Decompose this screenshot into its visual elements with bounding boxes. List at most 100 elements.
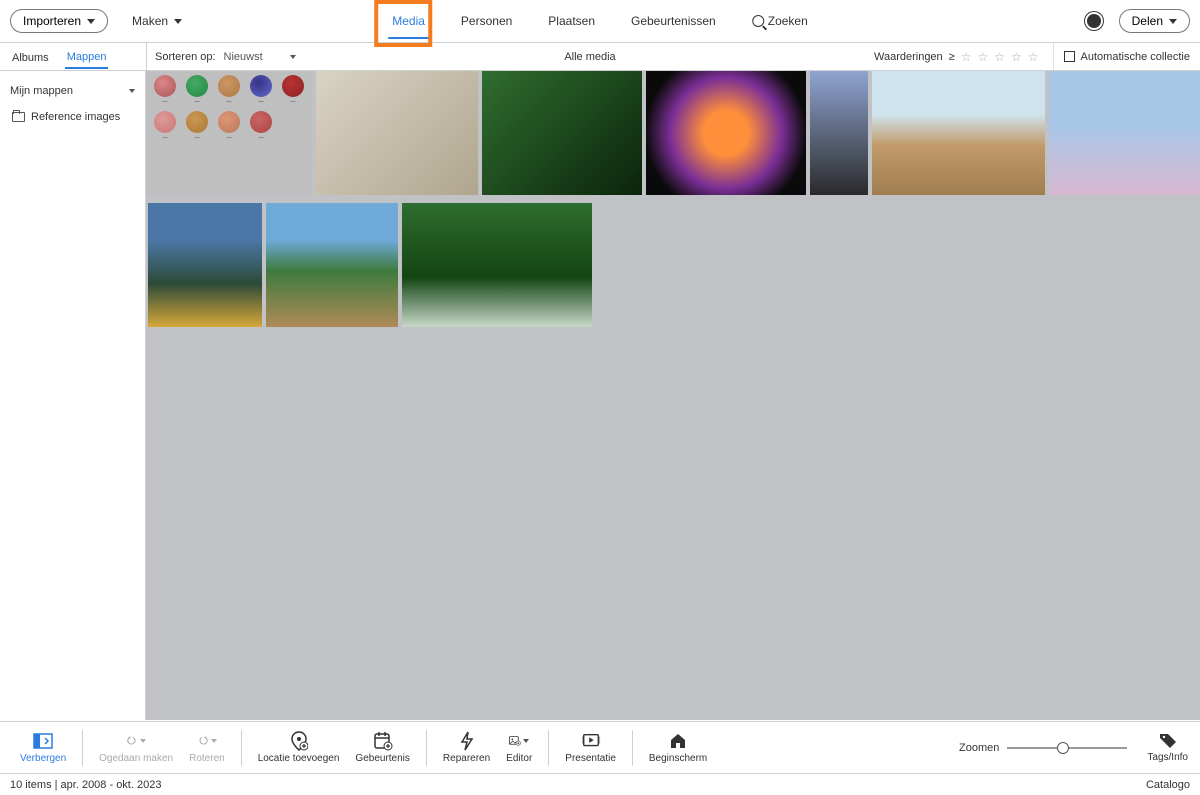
tool-undo[interactable]: Ogedaan maken bbox=[91, 731, 181, 764]
thumbnail[interactable] bbox=[810, 71, 868, 195]
sidebar-my-folders[interactable]: Mijn mappen bbox=[8, 77, 137, 105]
subtab-albums[interactable]: Albums bbox=[10, 46, 51, 68]
tool-label: Repareren bbox=[443, 753, 490, 764]
chevron-down-icon bbox=[87, 19, 95, 24]
tool-editor[interactable]: Editor bbox=[498, 731, 540, 764]
star-icon: ☆ bbox=[994, 50, 1005, 64]
avatar[interactable]: — bbox=[282, 75, 304, 105]
divider bbox=[82, 730, 83, 766]
grid-title: Alle media bbox=[564, 51, 615, 63]
share-button[interactable]: Delen bbox=[1119, 9, 1190, 33]
thumbnail-people-stack[interactable]: — — — — — — — — — bbox=[148, 71, 312, 195]
avatar-icon bbox=[154, 111, 176, 133]
square-icon bbox=[1064, 51, 1075, 62]
tool-add-location[interactable]: Locatie toevoegen bbox=[250, 731, 348, 764]
chevron-down-icon bbox=[290, 55, 296, 59]
divider bbox=[632, 730, 633, 766]
search-label: Zoeken bbox=[768, 14, 808, 28]
zoom-label: Zoomen bbox=[959, 742, 999, 754]
search-icon bbox=[752, 15, 764, 27]
avatar[interactable]: — bbox=[154, 75, 176, 105]
tool-label: Editor bbox=[506, 753, 532, 764]
tool-label: Ogedaan maken bbox=[99, 753, 173, 764]
slideshow-icon bbox=[581, 731, 601, 751]
tab-people[interactable]: Personen bbox=[457, 2, 516, 40]
star-icon: ☆ bbox=[961, 50, 972, 64]
tool-presentation[interactable]: Presentatie bbox=[557, 731, 624, 764]
avatar-icon bbox=[218, 111, 240, 133]
status-right: Catalogo bbox=[1146, 779, 1190, 791]
tool-event[interactable]: Gebeurtenis bbox=[347, 731, 417, 764]
thumbnail[interactable] bbox=[316, 71, 478, 195]
tag-icon bbox=[1158, 732, 1178, 750]
thumbnail[interactable] bbox=[482, 71, 642, 195]
chevron-down-icon bbox=[1169, 19, 1177, 24]
avatar[interactable]: — bbox=[154, 111, 176, 141]
tab-media[interactable]: Media bbox=[388, 2, 429, 40]
tool-tags-info[interactable]: Tags/Info bbox=[1147, 732, 1188, 763]
auto-collection-label: Automatische collectie bbox=[1081, 51, 1190, 63]
folder-icon bbox=[12, 112, 25, 122]
tags-label: Tags/Info bbox=[1147, 752, 1188, 763]
slider-knob[interactable] bbox=[1057, 742, 1069, 754]
sort-dropdown[interactable]: Sorteren op: Nieuwst bbox=[146, 43, 306, 70]
zoom-control[interactable]: Zoomen bbox=[959, 742, 1127, 754]
ratings-filter[interactable]: Waarderingen ≥ ☆ ☆ ☆ ☆ ☆ bbox=[874, 43, 1053, 70]
thumbnail[interactable] bbox=[266, 203, 398, 327]
image-plus-icon bbox=[509, 731, 529, 751]
share-label: Delen bbox=[1132, 14, 1163, 28]
avatar-icon bbox=[250, 75, 272, 97]
avatar-icon bbox=[250, 111, 272, 133]
chevron-down-icon bbox=[174, 19, 182, 24]
avatar[interactable]: — bbox=[218, 111, 240, 141]
statusbar: 10 items | apr. 2008 - okt. 2023 Catalog… bbox=[0, 773, 1200, 795]
tab-events[interactable]: Gebeurtenissen bbox=[627, 2, 720, 40]
tool-label: Verbergen bbox=[20, 753, 66, 764]
avatar[interactable]: — bbox=[186, 111, 208, 141]
thumbnail[interactable] bbox=[1049, 71, 1200, 195]
tab-places[interactable]: Plaatsen bbox=[544, 2, 599, 40]
avatar[interactable]: — bbox=[250, 75, 272, 105]
calendar-plus-icon bbox=[373, 731, 393, 751]
create-button[interactable]: Maken bbox=[132, 14, 182, 28]
brightness-icon[interactable] bbox=[1087, 14, 1101, 28]
thumbnail[interactable] bbox=[402, 203, 592, 327]
topbar: Importeren Maken Media Personen Plaatsen… bbox=[0, 0, 1200, 43]
avatar-icon bbox=[154, 75, 176, 97]
avatar[interactable]: — bbox=[218, 75, 240, 105]
thumbnail[interactable] bbox=[872, 71, 1045, 195]
divider bbox=[548, 730, 549, 766]
folder-label: Reference images bbox=[31, 111, 120, 123]
tool-label: Beginscherm bbox=[649, 753, 707, 764]
tool-home[interactable]: Beginscherm bbox=[641, 731, 715, 764]
zoom-slider[interactable] bbox=[1007, 747, 1127, 749]
tool-label: Gebeurtenis bbox=[355, 753, 409, 764]
avatar-icon bbox=[218, 75, 240, 97]
tool-hide[interactable]: Verbergen bbox=[12, 731, 74, 764]
thumbnail[interactable] bbox=[148, 203, 262, 327]
tool-label: Presentatie bbox=[565, 753, 616, 764]
rotate-icon bbox=[197, 731, 217, 751]
sort-value: Nieuwst bbox=[224, 51, 263, 63]
subbar: Albums Mappen Sorteren op: Nieuwst Alle … bbox=[0, 43, 1200, 71]
tool-rotate[interactable]: Roteren bbox=[181, 731, 233, 764]
avatar[interactable]: — bbox=[250, 111, 272, 141]
ratings-label: Waarderingen bbox=[874, 51, 943, 63]
panel-icon bbox=[33, 731, 53, 751]
sidebar-folder-item[interactable]: Reference images bbox=[8, 105, 137, 129]
avatar-label: — bbox=[227, 135, 232, 141]
avatar-label: — bbox=[227, 99, 232, 105]
tab-search[interactable]: Zoeken bbox=[748, 2, 812, 40]
status-left: 10 items | apr. 2008 - okt. 2023 bbox=[10, 779, 161, 791]
import-button[interactable]: Importeren bbox=[10, 9, 108, 33]
media-grid[interactable]: — — — — — — — — — bbox=[146, 71, 1200, 720]
avatar[interactable]: — bbox=[186, 75, 208, 105]
subtab-folders[interactable]: Mappen bbox=[65, 45, 109, 69]
bolt-icon bbox=[457, 731, 477, 751]
pin-plus-icon bbox=[289, 731, 309, 751]
sort-label: Sorteren op: bbox=[155, 51, 216, 63]
tool-repair[interactable]: Repareren bbox=[435, 731, 498, 764]
create-label: Maken bbox=[132, 14, 168, 28]
thumbnail[interactable] bbox=[646, 71, 806, 195]
auto-collection-toggle[interactable]: Automatische collectie bbox=[1053, 43, 1200, 70]
